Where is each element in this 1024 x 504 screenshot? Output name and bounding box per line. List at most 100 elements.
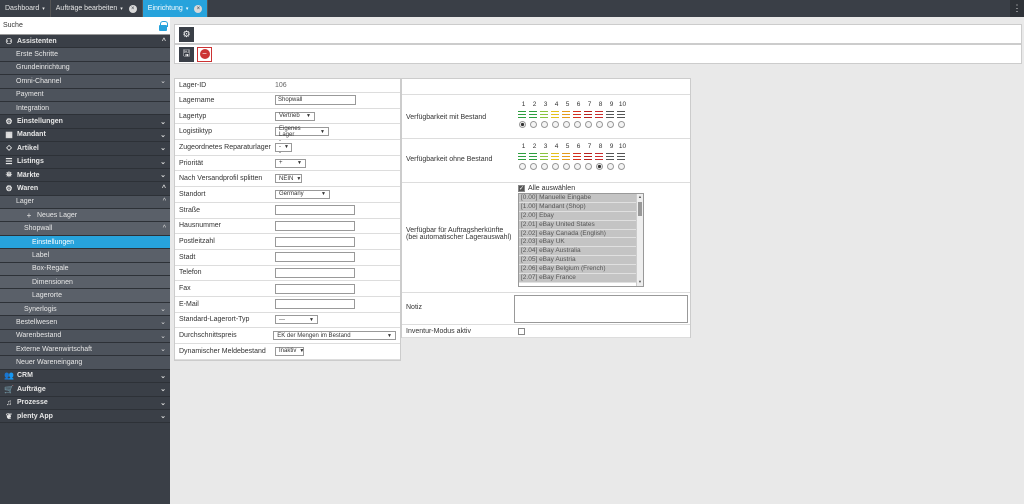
tab-0[interactable]: Dashboard ▾ <box>0 0 51 17</box>
chevron-down-icon[interactable]: ▾ <box>120 6 123 12</box>
scroll-thumb[interactable] <box>638 202 642 216</box>
sidebar-item-19[interactable]: Lagerorte <box>0 289 170 303</box>
with-stock-level-radio[interactable] <box>584 121 592 128</box>
without-stock-level-radio[interactable] <box>540 163 548 170</box>
sidebar-item-20[interactable]: Synerlogis ⌄ <box>0 302 170 317</box>
chevron-down-icon[interactable]: ⌄ <box>160 77 166 85</box>
scroll-down-icon[interactable]: ▼ <box>637 279 643 286</box>
with-stock-level-radio[interactable] <box>551 121 559 128</box>
sidebar-item-22[interactable]: Warenbestand ⌄ <box>0 329 170 343</box>
field-select[interactable]: Germany ▼ <box>275 189 330 199</box>
lock-icon[interactable] <box>159 20 168 31</box>
sidebar-search[interactable]: Suche <box>0 17 170 35</box>
origin-list-item[interactable]: [1.00] Mandant (Shop) <box>519 202 643 212</box>
sidebar-item-13[interactable]: + Neues Lager <box>0 209 170 223</box>
field-select[interactable]: NEIN ▼ <box>275 174 302 184</box>
chevron-down-icon[interactable]: ▾ <box>186 6 189 12</box>
with-stock-level-radio[interactable] <box>562 121 570 128</box>
sidebar-item-28[interactable]: ❦ plenty App ⌄ <box>0 409 170 424</box>
field-select[interactable]: Inaktiv ▼ <box>275 346 304 356</box>
origin-list-item[interactable]: [2.00] Ebay <box>519 211 643 221</box>
without-stock-level-radio[interactable] <box>595 163 603 170</box>
sidebar-item-8[interactable]: ⬦ Artikel ⌄ <box>0 142 170 156</box>
field-select[interactable]: Eigenes Lager ▼ <box>275 126 329 138</box>
sidebar-item-27[interactable]: ♫ Prozesse ⌄ <box>0 396 170 410</box>
chevron-down-icon[interactable]: ⌄ <box>160 144 166 152</box>
chevron-down-icon[interactable]: ⌄ <box>160 305 166 313</box>
close-icon[interactable]: × <box>194 4 203 13</box>
field-select[interactable]: Vertrieb ▼ <box>275 111 315 121</box>
field-select[interactable]: --- ▼ <box>275 138 292 156</box>
chevron-down-icon[interactable]: ⌄ <box>160 385 166 393</box>
sidebar-item-21[interactable]: Bestellwesen ⌄ <box>0 316 170 330</box>
sidebar-item-9[interactable]: ☰ Listings ⌄ <box>0 155 170 169</box>
origin-list-item[interactable]: [0.00] Manuelle Eingabe <box>519 194 643 203</box>
with-stock-level-radio[interactable] <box>529 121 537 128</box>
field-input[interactable]: Shopwall <box>275 95 356 106</box>
chevron-down-icon[interactable]: ⌄ <box>160 332 166 340</box>
sidebar-item-14[interactable]: Shopwall ^ <box>0 222 170 236</box>
sidebar-item-3[interactable]: Omni-Channel ⌄ <box>0 75 170 89</box>
without-stock-level-radio[interactable] <box>551 163 559 170</box>
chevron-up-icon[interactable]: ^ <box>162 38 166 45</box>
origin-list-item[interactable]: [2.02] eBay Canada (English) <box>519 229 643 239</box>
sidebar-item-4[interactable]: Payment <box>0 88 170 102</box>
chevron-down-icon[interactable]: ⌄ <box>160 318 166 326</box>
field-select[interactable]: + ▼ <box>275 158 306 168</box>
select-all-control[interactable]: ✓ Alle auswählen <box>518 185 575 192</box>
sidebar-item-10[interactable]: ⛯ Märkte ⌄ <box>0 168 170 183</box>
menu-kebab-icon[interactable]: ⋮ <box>1010 0 1024 17</box>
notes-textarea[interactable] <box>514 295 688 323</box>
origin-list-item[interactable]: [2.06] eBay Belgium (French) <box>519 265 643 275</box>
chevron-down-icon[interactable]: ⌄ <box>160 345 166 353</box>
origin-list-item[interactable]: [2.07] eBay France <box>519 274 643 283</box>
chevron-down-icon[interactable]: ⌄ <box>160 158 166 166</box>
settings-button[interactable]: ⚙ <box>179 26 194 42</box>
sidebar-item-6[interactable]: ⚙ Einstellungen ⌄ <box>0 115 170 129</box>
tab-1[interactable]: Aufträge bearbeiten ▾ × <box>51 0 143 17</box>
field-input[interactable] <box>275 299 355 310</box>
chevron-down-icon[interactable]: ⌄ <box>160 131 166 139</box>
with-stock-level-radio[interactable] <box>595 121 603 128</box>
sidebar-item-26[interactable]: 🛒 Aufträge ⌄ <box>0 383 170 397</box>
sidebar-item-24[interactable]: Neuer Wareneingang <box>0 356 170 370</box>
field-select[interactable]: --- ▼ <box>275 315 318 325</box>
with-stock-level-radio[interactable] <box>540 121 548 128</box>
field-input[interactable] <box>275 220 355 231</box>
field-select[interactable]: EK der Mengen im Bestand ▼ <box>273 331 396 341</box>
origin-list-item[interactable]: [2.05] eBay Austria <box>519 256 643 266</box>
field-input[interactable] <box>275 252 355 263</box>
chevron-up-icon[interactable]: ^ <box>162 185 166 192</box>
delete-button[interactable]: − <box>197 46 212 62</box>
sidebar-item-18[interactable]: Dimensionen <box>0 276 170 290</box>
chevron-down-icon[interactable]: ⌄ <box>160 171 166 179</box>
field-input[interactable] <box>275 205 355 216</box>
chevron-up-icon[interactable]: ^ <box>163 225 166 232</box>
sidebar-item-11[interactable]: ⚙ Waren ^ <box>0 182 170 196</box>
select-all-checkbox[interactable]: ✓ <box>518 185 525 192</box>
chevron-down-icon[interactable]: ⌄ <box>160 399 166 407</box>
origin-list-item[interactable]: [2.04] eBay Australia <box>519 247 643 257</box>
sidebar-item-0[interactable]: ⚇ Assistenten ^ <box>0 35 170 49</box>
without-stock-level-radio[interactable] <box>573 163 581 170</box>
chevron-down-icon[interactable]: ▾ <box>42 6 45 12</box>
without-stock-level-radio[interactable] <box>562 163 570 170</box>
field-input[interactable] <box>275 236 355 247</box>
with-stock-level-radio[interactable] <box>617 121 625 128</box>
with-stock-level-radio[interactable] <box>518 121 526 128</box>
sidebar-item-12[interactable]: Lager ^ <box>0 195 170 210</box>
sidebar-item-25[interactable]: 👥 CRM ⌄ <box>0 369 170 384</box>
without-stock-level-radio[interactable] <box>529 163 537 170</box>
sidebar-item-15[interactable]: Einstellungen <box>0 235 170 250</box>
sidebar-item-7[interactable]: ▦ Mandant ⌄ <box>0 128 170 143</box>
listbox-scrollbar[interactable]: ▲ ▼ <box>636 194 643 286</box>
chevron-down-icon[interactable]: ⌄ <box>160 372 166 380</box>
sidebar-item-17[interactable]: Box-Regale <box>0 262 170 277</box>
tab-2[interactable]: Einrichtung ▾ × <box>142 0 209 17</box>
with-stock-level-radio[interactable] <box>573 121 581 128</box>
order-origins-listbox[interactable]: [0.00] Manuelle Eingabe [1.00] Mandant (S… <box>518 193 644 287</box>
without-stock-level-radio[interactable] <box>606 163 614 170</box>
field-input[interactable] <box>275 267 355 278</box>
sidebar-item-5[interactable]: Integration <box>0 101 170 116</box>
sidebar-item-2[interactable]: Grundeinrichtung <box>0 61 170 76</box>
